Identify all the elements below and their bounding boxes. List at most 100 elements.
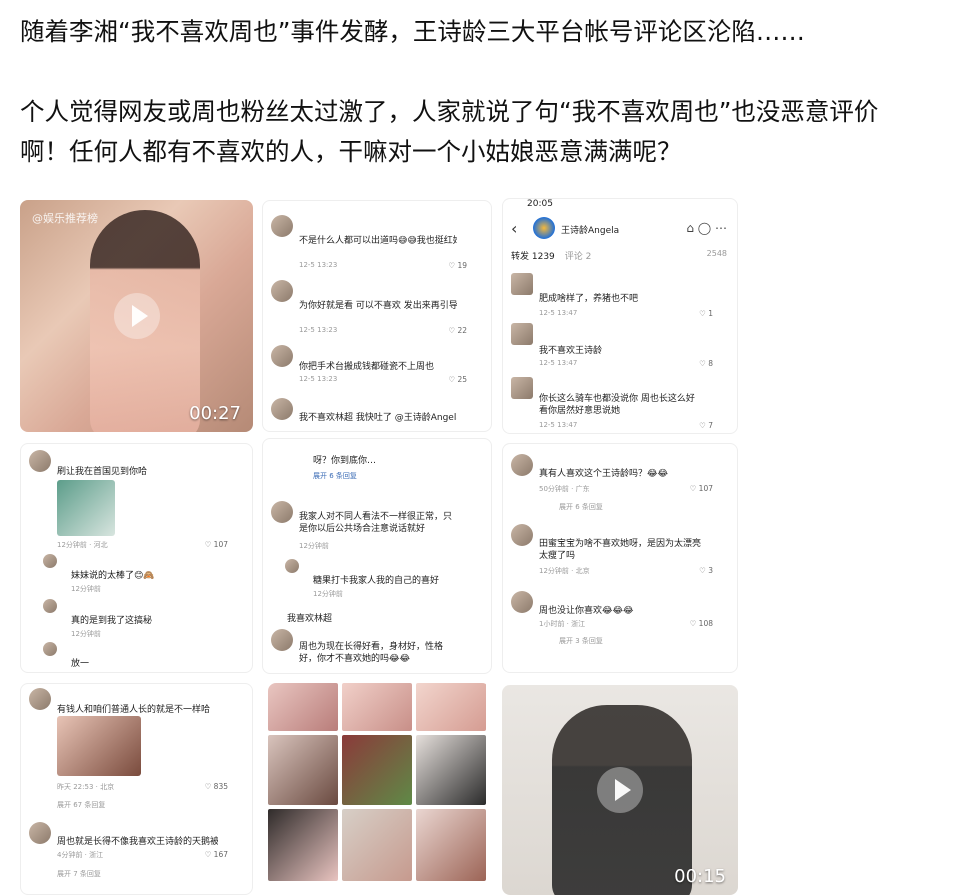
avatar xyxy=(29,688,51,710)
comment-meta: 1小时前 · 浙江 xyxy=(539,620,586,628)
comment-meta: 12分钟前 xyxy=(299,542,329,550)
comment-screenshot-1[interactable]: 不是什么人都可以出道吗😅😅我也挺红好的吧 12-5 13:23 19 为你好就是… xyxy=(262,200,492,432)
expand-replies-label[interactable]: 展开 7 条回复 xyxy=(57,869,101,879)
expand-replies-label[interactable]: 展开 67 条回复 xyxy=(57,800,105,810)
like-count[interactable]: 107 xyxy=(205,540,228,549)
expand-replies-label[interactable]: 展开 3 条回复 xyxy=(559,636,603,646)
comment-item: 肥成啥样了，养猪也不吧 12-5 13:47 1 xyxy=(503,271,737,321)
like-count[interactable]: 108 xyxy=(690,619,713,628)
post-body: 随着李湘“我不喜欢周也”事件发酵，王诗龄三大平台帐号评论区沦陷…… 个人觉得网友… xyxy=(20,12,950,172)
image-grid: @娱乐推荐榜 00:27 不是什么人都可以出道吗😅😅我也挺红好的吧 12-5 1… xyxy=(20,198,738,895)
comment-item: 田蜜宝宝为啥不喜欢她呀，是因为太漂亮太瘦了吗 12分钟前 · 北京 3 xyxy=(503,522,737,577)
photo-tile[interactable] xyxy=(268,683,338,731)
avatar xyxy=(511,273,533,295)
comment-meta: 12分钟前 xyxy=(71,630,101,638)
like-count[interactable]: 22 xyxy=(448,326,467,335)
comment-text: 你把手术台搬成钱都碰瓷不上周也 xyxy=(299,362,435,372)
photo-tile[interactable] xyxy=(342,683,412,731)
tab-comment[interactable]: 评论 2 xyxy=(565,252,592,262)
like-count[interactable]: 107 xyxy=(690,484,713,493)
photo-collage[interactable] xyxy=(268,683,490,895)
comment-item: 我喜欢林超 xyxy=(263,607,491,627)
expand-replies[interactable]: 展开 6 条回复 xyxy=(503,500,737,516)
photo-tile[interactable] xyxy=(416,735,486,805)
comment-meta: 昨天 22:53 · 北京 xyxy=(57,783,115,791)
play-icon[interactable] xyxy=(113,293,160,339)
comment-text: 周也为现在长得好看，身材好，性格好，你才不喜欢她的吗😂😂 xyxy=(299,642,444,664)
avatar xyxy=(29,450,51,472)
comment-image[interactable] xyxy=(57,716,141,776)
comment-screenshot-5[interactable]: 真有人喜欢这个王诗龄吗？😂😂 50分钟前 · 广东 107 展开 6 条回复 田… xyxy=(502,443,738,673)
like-total: 2548 xyxy=(706,249,727,258)
comment-screenshot-2[interactable]: 20:05 ‹ 王诗龄Angela ⌂ ◯ ⋯ 转发 1239 评论 2 2548… xyxy=(502,198,738,434)
like-count[interactable]: 835 xyxy=(205,782,228,791)
photo-tile[interactable] xyxy=(416,683,486,731)
comment-item: 有钱人和咱们普通人长的就是不一样哈 昨天 22:53 · 北京 835 xyxy=(21,688,252,798)
like-count[interactable]: 8 xyxy=(699,359,713,368)
expand-replies[interactable]: 展开 6 条回复 xyxy=(313,471,357,481)
comment-screenshot-4[interactable]: 呀？你到底你… 展开 6 条回复 我家人对不同人看法不一样很正常，只是你以后公共… xyxy=(262,438,492,674)
comment-meta: 12-5 13:23 xyxy=(299,375,338,383)
avatar xyxy=(43,554,57,568)
photo-tile[interactable] xyxy=(342,809,412,881)
comment-item: 放一 xyxy=(21,642,252,672)
comment-text: 有钱人和咱们普通人长的就是不一样哈 xyxy=(57,705,211,715)
photo-tile[interactable] xyxy=(342,735,412,805)
comment-meta: 12-5 13:47 xyxy=(539,309,578,317)
photo-tile[interactable] xyxy=(268,735,338,805)
post-line-3: 啊！任何人都有不喜欢的人，干嘛对一个小姑娘恶意满满呢？ xyxy=(20,137,682,166)
account-name[interactable]: 王诗龄Angela xyxy=(561,223,619,236)
like-count[interactable]: 19 xyxy=(448,261,467,270)
expand-replies[interactable]: 展开 7 条回复 xyxy=(21,867,252,883)
comment-item: 我不喜欢林超 我快吐了 @王诗龄Angela 😂 xyxy=(263,396,491,431)
comment-screenshot-3[interactable]: 刷让我在首国见到你哈 12分钟前 · 河北 107 妹妹说的太棒了😊🙈 12分钟… xyxy=(20,443,253,673)
comment-item: 我不喜欢王诗龄 12-5 13:47 8 xyxy=(503,321,737,371)
comment-item: 糖果打卡我家人我的自己的喜好 12分钟前 xyxy=(263,559,491,599)
expand-replies[interactable]: 展开 67 条回复 xyxy=(21,798,252,814)
comment-meta: 12分钟前 · 河北 xyxy=(57,541,108,549)
like-count[interactable]: 25 xyxy=(448,375,467,384)
video-thumbnail-1[interactable]: @娱乐推荐榜 00:27 xyxy=(20,200,253,432)
tab-repost[interactable]: 转发 1239 xyxy=(511,252,555,262)
comment-meta: 12分钟前 xyxy=(71,585,101,593)
video-duration: 00:15 xyxy=(674,866,726,887)
like-count[interactable]: 167 xyxy=(205,850,228,859)
avatar xyxy=(271,629,293,651)
avatar xyxy=(511,591,533,613)
avatar xyxy=(285,559,299,573)
like-count[interactable]: 7 xyxy=(699,421,713,430)
back-arrow-icon[interactable]: ‹ xyxy=(511,219,517,238)
video-thumbnail-2[interactable]: 00:15 xyxy=(502,685,738,895)
status-time: 20:05 xyxy=(527,199,553,209)
comment-meta: 12-5 13:23 xyxy=(299,261,338,269)
photo-tile[interactable] xyxy=(268,809,338,881)
tab-bar: 转发 1239 评论 2 xyxy=(511,249,591,262)
comment-item: 周也为现在长得好看，身材好，性格好，你才不喜欢她的吗😂😂 xyxy=(263,629,491,673)
post-line-1: 随着李湘“我不喜欢周也”事件发酵，王诗龄三大平台帐号评论区沦陷…… xyxy=(20,17,805,46)
like-count[interactable]: 3 xyxy=(699,566,713,575)
play-icon[interactable] xyxy=(597,767,643,813)
comment-image[interactable] xyxy=(57,480,115,536)
account-avatar[interactable] xyxy=(533,217,555,239)
avatar xyxy=(271,345,293,367)
avatar xyxy=(511,377,533,399)
comment-screenshot-6[interactable]: 有钱人和咱们普通人长的就是不一样哈 昨天 22:53 · 北京 835 展开 6… xyxy=(20,683,253,895)
comment-text: 我家人对不同人看法不一样很正常，只是你以后公共场合注意说话就好 xyxy=(299,512,453,534)
photo-tile[interactable] xyxy=(416,809,486,881)
expand-replies-label[interactable]: 展开 6 条回复 xyxy=(559,502,603,512)
comment-item: 周也就是长得不像我喜欢王诗龄的天鹅被跑了😅 4分钟前 · 浙江 167 xyxy=(21,822,252,867)
comment-item: 不是什么人都可以出道吗😅😅我也挺红好的吧 12-5 13:23 19 xyxy=(263,211,491,270)
comment-meta: 12-5 13:23 xyxy=(299,326,338,334)
comment-item: 真的是到我了这搞秘 12分钟前 xyxy=(21,599,252,639)
like-count[interactable]: 1 xyxy=(699,309,713,318)
comment-item: 周也没让你喜欢😂😂😂 1小时前 · 浙江 108 xyxy=(503,589,737,629)
avatar xyxy=(43,599,57,613)
avatar xyxy=(511,524,533,546)
video-duration: 00:27 xyxy=(189,403,241,424)
profile-header: 20:05 ‹ 王诗龄Angela ⌂ ◯ ⋯ 转发 1239 评论 2 2548 xyxy=(503,199,737,262)
expand-replies[interactable]: 展开 3 条回复 xyxy=(503,634,737,650)
avatar xyxy=(43,642,57,656)
header-icons[interactable]: ⌂ ◯ ⋯ xyxy=(686,221,727,235)
post-line-2: 个人觉得网友或周也粉丝太过激了，人家就说了句“我不喜欢周也”也没恶意评价 xyxy=(20,97,879,126)
comment-text: 真有人喜欢这个王诗龄吗？😂😂 xyxy=(539,469,669,479)
